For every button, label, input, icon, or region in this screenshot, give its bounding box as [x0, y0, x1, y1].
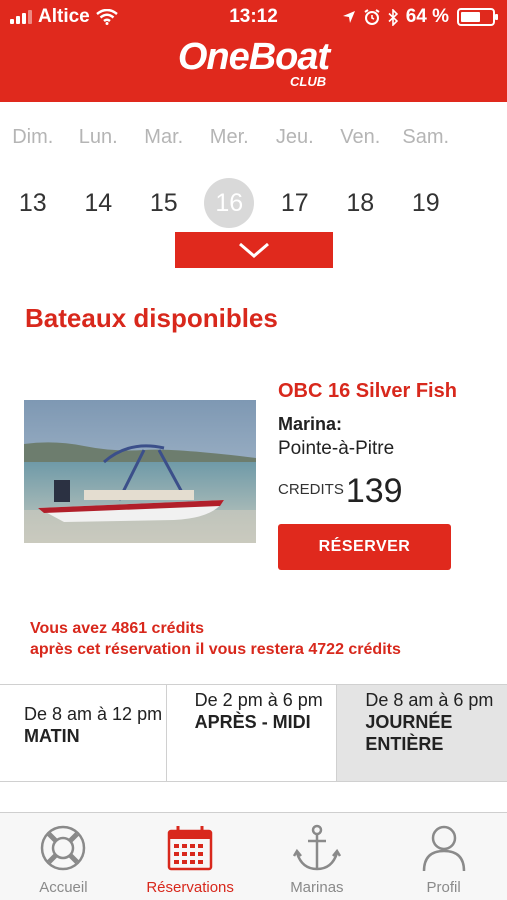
day-number: 19: [411, 189, 440, 217]
credits-balance-text: Vous avez 4861 crédits: [30, 620, 205, 637]
day-name: Sam.: [402, 126, 450, 148]
marina-label: Marina:: [278, 414, 343, 434]
slot-full-day[interactable]: De 8 am à 6 pm JOURNÉE ENTIÈRE: [337, 685, 507, 781]
day-name: Dim.: [12, 126, 54, 148]
slot-time: De 8 am à 6 pm: [365, 690, 494, 710]
reserve-button[interactable]: RÉSERVER: [278, 524, 451, 570]
day-number: 17: [280, 189, 309, 217]
tab-profil[interactable]: Profil: [380, 813, 507, 900]
tab-label: Marinas: [290, 879, 344, 896]
app-header: Altice 13:12 64 % OneBoat CLUB: [0, 0, 507, 102]
day-name: Lun.: [78, 126, 118, 148]
tab-marinas[interactable]: Marinas: [254, 813, 381, 900]
section-title: Bateaux disponibles: [25, 303, 278, 333]
slot-afternoon[interactable]: De 2 pm à 6 pm APRÈS - MIDI: [167, 685, 338, 781]
user-icon: [422, 825, 465, 872]
bluetooth-icon: [388, 8, 398, 26]
time-slot-selector: De 8 am à 12 pm MATIN De 2 pm à 6 pm APR…: [0, 684, 507, 782]
calendar-day[interactable]: Jeu. 17: [262, 126, 328, 228]
credits-label: CREDITS: [278, 481, 344, 498]
day-name: Mer.: [209, 126, 249, 148]
tab-label: Réservations: [146, 879, 234, 896]
tab-label: Accueil: [39, 879, 88, 896]
day-number: 18: [346, 189, 375, 217]
logo-sub-text: CLUB: [290, 74, 327, 89]
location-icon: [342, 11, 355, 23]
tab-label: Profil: [426, 879, 461, 896]
day-number: 14: [84, 189, 113, 217]
status-bar: Altice 13:12 64 %: [0, 0, 507, 34]
calendar-day[interactable]: Dim. 13: [0, 126, 66, 228]
slot-time: De 8 am à 12 pm: [24, 704, 163, 724]
day-number: 15: [149, 189, 178, 217]
logo-main-text: OneBoat: [177, 36, 330, 78]
slot-name: JOURNÉE ENTIÈRE: [365, 712, 453, 754]
boat-credits: CREDITS 139: [278, 472, 403, 511]
slot-name: APRÈS - MIDI: [194, 712, 311, 732]
slot-morning[interactable]: De 8 am à 12 pm MATIN: [0, 685, 167, 781]
day-name: Jeu.: [275, 126, 314, 148]
anchor-icon: [292, 824, 341, 871]
tab-reservations[interactable]: Réservations: [127, 813, 254, 900]
status-right: 64 %: [342, 6, 498, 28]
battery-icon: [457, 8, 498, 26]
slot-time: De 2 pm à 6 pm: [194, 690, 323, 710]
day-name: Mar.: [144, 126, 184, 148]
expand-calendar-button[interactable]: [175, 232, 333, 268]
tab-accueil[interactable]: Accueil: [0, 813, 127, 900]
chevron-down-icon: [239, 242, 269, 258]
battery-percent: 64 %: [405, 6, 449, 27]
credits-value: 139: [345, 472, 403, 510]
app-logo: OneBoat CLUB: [0, 36, 507, 89]
selected-day-number: 16: [204, 178, 255, 228]
calendar-day[interactable]: Sam. 19: [393, 126, 459, 228]
calendar-day[interactable]: Mer. 16: [197, 126, 263, 228]
week-calendar: Dim. 13 Lun. 14 Mar. 15 Mer. 16 Jeu. 17 Ven. 18 Sam.…: [0, 126, 507, 228]
marina-value: Pointe-à-Pitre: [278, 438, 395, 459]
day-name: Ven.: [340, 126, 381, 148]
lifebuoy-icon: [41, 825, 86, 871]
boat-photo[interactable]: [24, 400, 256, 543]
tab-bar: Accueil Réservations Marinas Profil: [0, 812, 507, 900]
day-number: 13: [18, 189, 47, 217]
calendar-icon: [167, 826, 213, 871]
calendar-day[interactable]: Ven. 18: [328, 126, 394, 228]
battery-fill: [461, 12, 481, 22]
calendar-day[interactable]: Mar. 15: [131, 126, 197, 228]
credits-remaining-text: après cet réservation il vous restera 47…: [30, 641, 401, 658]
calendar-day[interactable]: Lun. 14: [66, 126, 132, 228]
boat-illustration: [24, 400, 256, 543]
slot-name: MATIN: [24, 726, 80, 746]
boat-name[interactable]: OBC 16 Silver Fish: [278, 380, 457, 403]
alarm-icon: [364, 9, 380, 25]
